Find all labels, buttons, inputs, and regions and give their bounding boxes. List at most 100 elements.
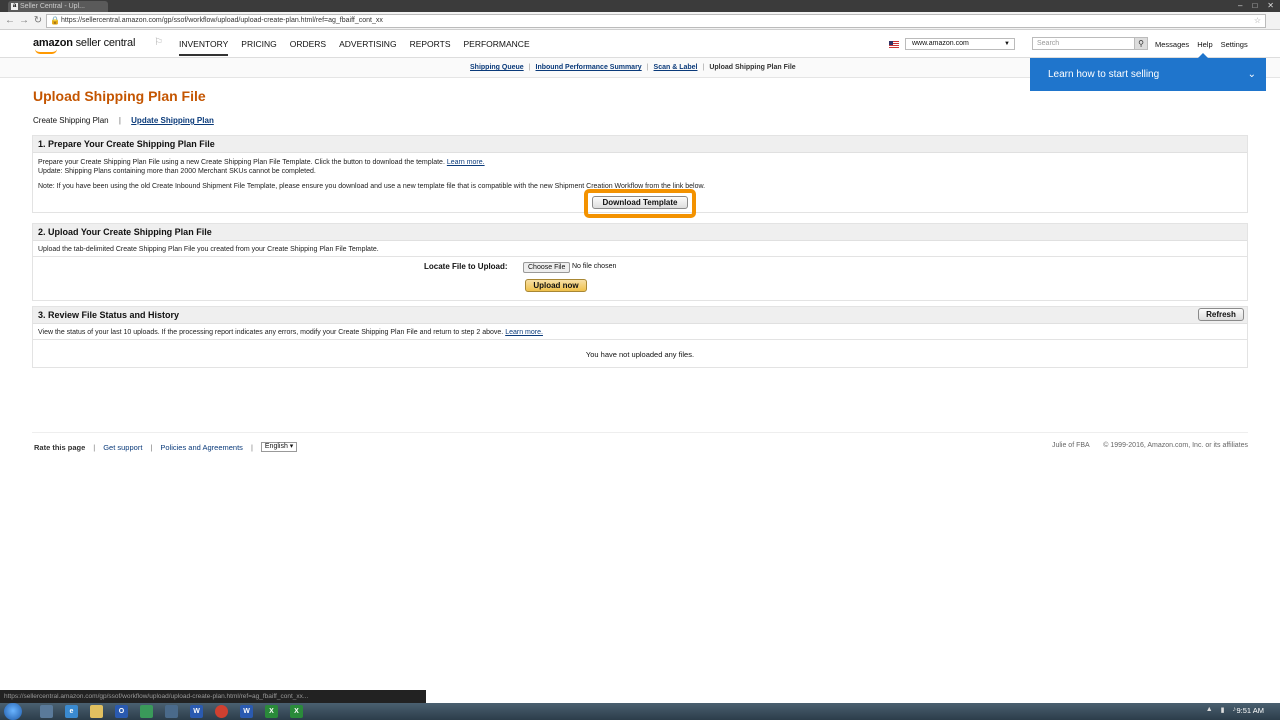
folder-icon[interactable]: [90, 705, 103, 718]
section-prepare-title: 1. Prepare Your Create Shipping Plan Fil…: [33, 136, 1247, 153]
dropdown-caret-icon: ▼: [1004, 41, 1010, 47]
learn-selling-banner[interactable]: Learn how to start selling ⌄: [1030, 53, 1266, 91]
browser-tab[interactable]: a Seller Central - Upl...: [8, 1, 108, 12]
logo-amazon-text: amazon: [33, 37, 73, 49]
excel2-icon[interactable]: X: [290, 705, 303, 718]
learn-banner-label: Learn how to start selling: [1048, 69, 1160, 80]
locate-file-label: Locate File to Upload:: [424, 262, 508, 271]
history-learn-more-link[interactable]: Learn more.: [505, 329, 543, 336]
search-icon[interactable]: ⚲: [1134, 37, 1148, 50]
footer-user: Julie of FBA: [1051, 442, 1090, 449]
back-icon[interactable]: ←: [4, 15, 16, 27]
nav-reports[interactable]: REPORTS: [410, 39, 451, 56]
subnav-separator: |: [528, 64, 531, 71]
marketplace-switcher: www.amazon.com ▼: [889, 38, 1015, 50]
nav-advertising[interactable]: ADVERTISING: [339, 39, 396, 56]
nav-orders[interactable]: ORDERS: [290, 39, 326, 56]
subnav-inbound-performance[interactable]: Inbound Performance Summary: [536, 64, 642, 71]
volume-icon[interactable]: ♪: [1233, 706, 1237, 714]
seller-central-header: amazon seller central ⚐ INVENTORY PRICIN…: [0, 30, 1280, 58]
footer-separator: |: [93, 442, 96, 452]
messages-link[interactable]: Messages: [1155, 40, 1189, 49]
plan-tabs: Create Shipping Plan | Update Shipping P…: [33, 116, 214, 125]
word-icon[interactable]: W: [190, 705, 203, 718]
nav-pricing[interactable]: PRICING: [241, 39, 276, 56]
forward-icon[interactable]: →: [18, 15, 30, 27]
bookmark-star-icon[interactable]: ☆: [1254, 15, 1261, 27]
flag-icon[interactable]: ⚐: [154, 37, 164, 48]
banner-pointer: [1198, 53, 1208, 58]
help-link[interactable]: Help: [1197, 40, 1212, 49]
footer-separator: |: [150, 442, 153, 452]
amazon-smile-icon: [35, 49, 57, 54]
address-bar: ← → ↻ 🔒 https://sellercentral.amazon.com…: [0, 12, 1280, 30]
section-prepare-line2: Update: Shipping Plans containing more t…: [38, 168, 316, 175]
section-upload-line1: Upload the tab-delimited Create Shipping…: [33, 241, 1247, 257]
get-support-link[interactable]: Get support: [103, 443, 142, 452]
desktop-icon[interactable]: [40, 705, 53, 718]
upload-now-button[interactable]: Upload now: [525, 279, 587, 292]
url-text: https://sellercentral.amazon.com/gp/ssof…: [61, 17, 383, 24]
refresh-button[interactable]: Refresh: [1198, 308, 1244, 321]
download-template-button[interactable]: Download Template: [592, 196, 688, 209]
browser-status-bar: https://sellercentral.amazon.com/gp/ssof…: [0, 690, 426, 703]
nav-performance[interactable]: PERFORMANCE: [464, 39, 530, 56]
word2-icon[interactable]: W: [240, 705, 253, 718]
tab-create-shipping-plan[interactable]: Create Shipping Plan: [33, 116, 109, 125]
browser-tab-strip: a Seller Central - Upl... – □ ✕: [0, 0, 1280, 12]
top-links: Messages Help Settings: [1155, 40, 1256, 49]
lock-icon: 🔒: [50, 16, 60, 25]
app-icon[interactable]: [140, 705, 153, 718]
url-input[interactable]: 🔒 https://sellercentral.amazon.com/gp/ss…: [46, 14, 1266, 28]
taskbar-clock[interactable]: 9:51 AM: [1236, 706, 1264, 715]
start-button-icon[interactable]: [4, 703, 22, 720]
marketplace-value: www.amazon.com: [912, 40, 969, 47]
marketplace-select[interactable]: www.amazon.com ▼: [905, 38, 1015, 50]
section-upload: 2. Upload Your Create Shipping Plan File…: [32, 223, 1248, 301]
search-input[interactable]: Search: [1032, 37, 1136, 50]
subnav-current: Upload Shipping Plan File: [709, 64, 796, 71]
ie-icon[interactable]: e: [65, 705, 78, 718]
chrome-icon[interactable]: [215, 705, 228, 718]
subnav-scan-label[interactable]: Scan & Label: [654, 64, 698, 71]
minimize-icon[interactable]: –: [1238, 0, 1242, 12]
system-tray: ▲ ▮ ♪: [1206, 706, 1236, 714]
section-history-title: 3. Review File Status and History: [33, 307, 1247, 324]
section-upload-title: 2. Upload Your Create Shipping Plan File: [33, 224, 1247, 241]
app2-icon[interactable]: [165, 705, 178, 718]
window-controls: – □ ✕: [1238, 0, 1274, 12]
windows-taskbar: e O W W X X ▲ ▮ ♪ 9:51 AM: [0, 703, 1280, 720]
close-icon[interactable]: ✕: [1267, 0, 1274, 12]
no-uploads-text: You have not uploaded any files.: [585, 350, 695, 359]
seller-central-logo[interactable]: amazon seller central: [33, 37, 136, 54]
language-select[interactable]: English ▾: [260, 442, 298, 452]
maximize-icon[interactable]: □: [1252, 0, 1257, 12]
tab-update-shipping-plan[interactable]: Update Shipping Plan: [131, 116, 214, 125]
excel-icon[interactable]: X: [265, 705, 278, 718]
reload-icon[interactable]: ↻: [32, 15, 44, 27]
us-flag-icon: [889, 40, 899, 48]
footer-right: Julie of FBA © 1999-2016, Amazon.com, In…: [1052, 442, 1248, 449]
chevron-down-icon[interactable]: ⌄: [1248, 58, 1256, 91]
outlook-icon[interactable]: O: [115, 705, 128, 718]
learn-more-link[interactable]: Learn more.: [447, 159, 485, 166]
section-history: 3. Review File Status and History View t…: [32, 306, 1248, 368]
network-icon[interactable]: ▮: [1221, 706, 1225, 714]
settings-link[interactable]: Settings: [1221, 40, 1248, 49]
section-history-line1: View the status of your last 10 uploads.…: [33, 324, 1247, 340]
logo-sc-text: seller central: [75, 37, 136, 49]
subnav-shipping-queue[interactable]: Shipping Queue: [470, 64, 524, 71]
subnav-separator: |: [646, 64, 649, 71]
section-prepare-line1: Prepare your Create Shipping Plan File u…: [38, 158, 1247, 167]
page-title: Upload Shipping Plan File: [33, 88, 206, 104]
rate-page-link[interactable]: Rate this page: [34, 443, 85, 452]
amazon-favicon-icon: a: [11, 3, 18, 10]
nav-inventory[interactable]: INVENTORY: [179, 39, 229, 56]
footer-separator: |: [250, 442, 253, 452]
history-text: View the status of your last 10 uploads.…: [38, 329, 504, 336]
policies-link[interactable]: Policies and Agreements: [160, 443, 243, 452]
prepare-text: Prepare your Create Shipping Plan File u…: [38, 159, 445, 166]
tray-arrow-icon[interactable]: ▲: [1206, 706, 1213, 714]
copyright-text: © 1999-2016, Amazon.com, Inc. or its aff…: [1103, 442, 1248, 449]
choose-file-button[interactable]: Choose File: [523, 262, 571, 273]
